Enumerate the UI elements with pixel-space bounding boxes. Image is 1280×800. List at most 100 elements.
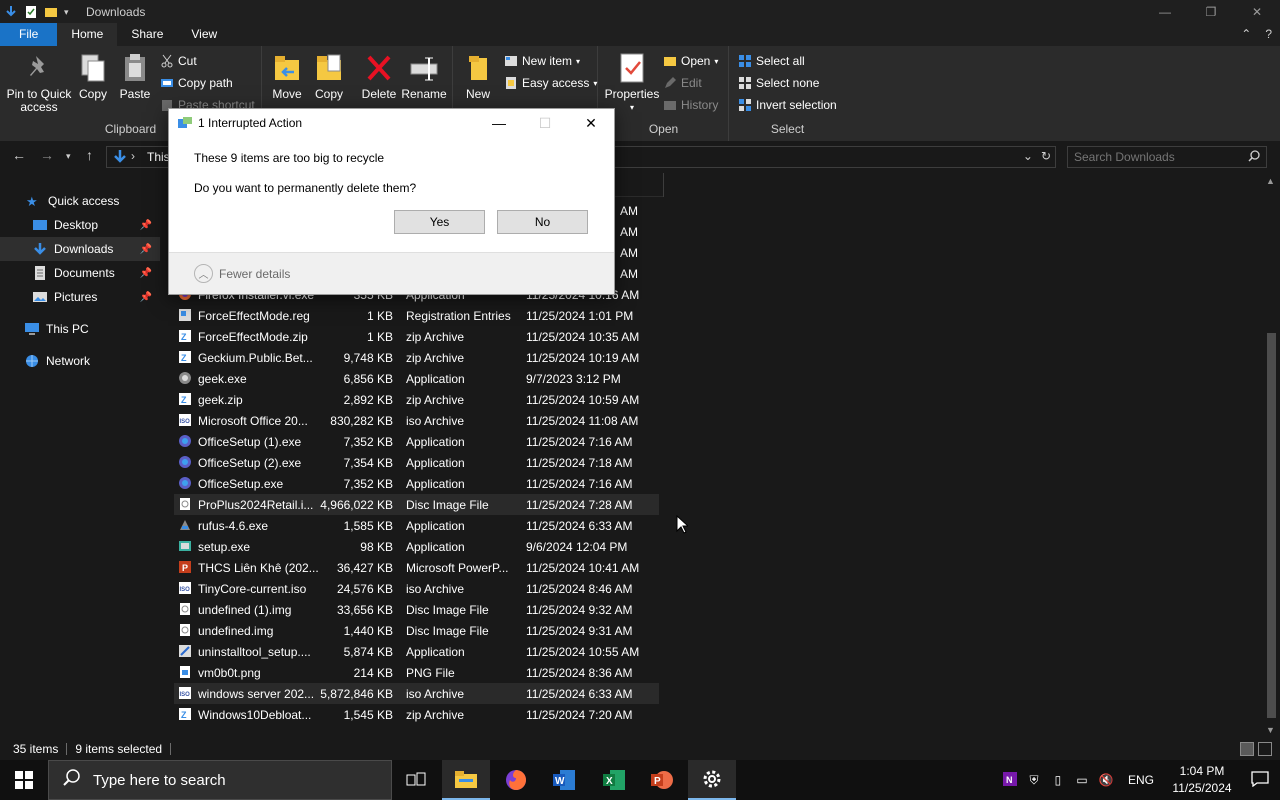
open-button[interactable]: Open ▾ bbox=[663, 52, 718, 70]
firefox-button[interactable] bbox=[492, 760, 540, 800]
new-item-button[interactable]: New item ▾ bbox=[504, 52, 580, 70]
nav-network[interactable]: Network bbox=[0, 349, 160, 373]
table-row[interactable]: ISO Microsoft Office 20... 830,282 KB iso A… bbox=[174, 410, 659, 431]
breadcrumb[interactable]: This bbox=[147, 150, 170, 164]
taskbar-search[interactable]: Type here to search bbox=[48, 760, 392, 800]
volume-muted-icon[interactable]: 🔇 bbox=[1094, 773, 1118, 787]
nav-this-pc[interactable]: This PC bbox=[0, 317, 160, 341]
settings-button[interactable] bbox=[688, 760, 736, 800]
chevron-down-icon[interactable]: ▾ bbox=[64, 5, 78, 19]
table-row[interactable]: OfficeSetup.exe 7,352 KB Application 11/25/… bbox=[174, 473, 659, 494]
word-button[interactable]: W bbox=[540, 760, 588, 800]
start-button[interactable] bbox=[0, 760, 48, 800]
nav-downloads[interactable]: Downloads 📌 bbox=[0, 237, 160, 261]
notification-icon[interactable] bbox=[1240, 770, 1280, 790]
down-arrow-icon[interactable] bbox=[4, 5, 18, 19]
table-row[interactable]: OfficeSetup (2).exe 7,354 KB Application 11… bbox=[174, 452, 659, 473]
table-row[interactable]: Z Geckium.Public.Bet... 9,748 KB zip Archiv… bbox=[174, 347, 659, 368]
yes-button[interactable]: Yes bbox=[394, 210, 485, 234]
tab-share[interactable]: Share bbox=[117, 23, 177, 46]
ribbon-collapse-icon[interactable]: ⌃ bbox=[1241, 27, 1251, 41]
pin-quick-access-button[interactable]: Pin to Quick access bbox=[6, 52, 72, 114]
close-button[interactable]: ✕ bbox=[1234, 0, 1280, 23]
large-icons-view-icon[interactable] bbox=[1258, 742, 1272, 756]
table-row[interactable]: OfficeSetup (1).exe 7,352 KB Application 11… bbox=[174, 431, 659, 452]
excel-button[interactable]: X bbox=[590, 760, 638, 800]
move-to-button[interactable]: Move bbox=[269, 52, 305, 101]
table-row[interactable]: setup.exe 98 KB Application 9/6/2024 12:04 … bbox=[174, 536, 659, 557]
search-box[interactable] bbox=[1067, 146, 1267, 168]
table-row[interactable]: vm0b0t.png 214 KB PNG File 11/25/2024 8:36 … bbox=[174, 662, 659, 683]
table-row[interactable]: Zgeek.zip 2,892 KB zip Archive 11/25/2024 1… bbox=[174, 389, 659, 410]
dialog-close-button[interactable]: ✕ bbox=[568, 109, 614, 137]
usb-device-icon[interactable]: ▯ bbox=[1046, 773, 1070, 787]
properties-icon[interactable] bbox=[24, 5, 38, 19]
copy-path-button[interactable]: Copy path bbox=[160, 74, 233, 92]
powerpoint-button[interactable]: P bbox=[638, 760, 686, 800]
select-all-button[interactable]: Select all bbox=[738, 52, 805, 70]
properties-button[interactable]: Properties ▾ bbox=[603, 52, 661, 114]
no-button[interactable]: No bbox=[497, 210, 588, 234]
language-indicator[interactable]: ENG bbox=[1128, 773, 1154, 787]
file-explorer-button[interactable] bbox=[442, 760, 490, 800]
scrollbar-thumb[interactable] bbox=[1267, 333, 1276, 718]
paste-button[interactable]: Paste bbox=[118, 52, 152, 101]
table-row[interactable]: ISO windows server 202... 5,872,846 KB iso … bbox=[174, 683, 659, 704]
select-none-button[interactable]: Select none bbox=[738, 74, 819, 92]
search-input[interactable] bbox=[1074, 150, 1244, 164]
help-icon[interactable]: ? bbox=[1265, 27, 1272, 41]
copy-button[interactable]: Copy bbox=[76, 52, 110, 101]
scroll-up-icon[interactable]: ▲ bbox=[1266, 176, 1275, 186]
item-count: 35 items bbox=[13, 742, 59, 756]
tab-home[interactable]: Home bbox=[57, 23, 118, 46]
recent-locations-icon[interactable]: ▾ bbox=[66, 151, 71, 162]
history-button[interactable]: History bbox=[663, 96, 718, 114]
cut-button[interactable]: Cut bbox=[160, 52, 197, 70]
restore-button[interactable]: ❐ bbox=[1188, 0, 1234, 23]
rename-button[interactable]: Rename bbox=[401, 52, 447, 101]
table-row[interactable]: Z ForceEffectMode.zip 1 KB zip Archive 11/25… bbox=[174, 326, 659, 347]
nav-quick-access[interactable]: ★ Quick access bbox=[0, 189, 160, 213]
file-date: 11/25/2024 10:19 AM bbox=[526, 351, 640, 365]
nav-documents[interactable]: Documents 📌 bbox=[0, 261, 160, 285]
up-arrow-icon[interactable]: ↑ bbox=[86, 147, 93, 163]
table-row[interactable]: ProPlus2024Retail.i... 4,966,022 KB Disc I… bbox=[174, 494, 659, 515]
easy-access-button[interactable]: Easy access ▾ bbox=[504, 74, 597, 92]
table-row[interactable]: Z Windows10Debloat... 1,545 KB zip Archive 1… bbox=[174, 704, 659, 725]
fewer-details-link[interactable]: Fewer details bbox=[219, 267, 290, 281]
minimize-button[interactable]: — bbox=[1142, 0, 1188, 23]
edit-button[interactable]: Edit bbox=[663, 74, 702, 92]
nav-desktop[interactable]: Desktop 📌 bbox=[0, 213, 160, 237]
table-row[interactable]: uninstalltool_setup.... 5,874 KB Applicati… bbox=[174, 641, 659, 662]
tab-file[interactable]: File bbox=[0, 23, 58, 46]
nav-pictures[interactable]: Pictures 📌 bbox=[0, 285, 160, 309]
address-dropdown-icon[interactable]: ⌄ bbox=[1023, 149, 1033, 163]
delete-button[interactable]: Delete bbox=[359, 52, 399, 101]
new-folder-button[interactable]: New bbox=[460, 52, 496, 101]
new-folder-icon[interactable] bbox=[44, 5, 58, 19]
onenote-icon[interactable]: N bbox=[998, 771, 1022, 790]
back-arrow-icon[interactable]: ← bbox=[12, 147, 26, 163]
table-row[interactable]: undefined (1).img 33,656 KB Disc Image Fil… bbox=[174, 599, 659, 620]
details-view-icon[interactable] bbox=[1240, 742, 1254, 756]
table-row[interactable]: ForceEffectMode.reg 1 KB Registration Entr… bbox=[174, 305, 659, 326]
table-row[interactable]: P THCS Liên Khê (202... 36,427 KB Microsoft… bbox=[174, 557, 659, 578]
defender-shield-icon[interactable]: ⛨ bbox=[1022, 773, 1046, 788]
table-row[interactable]: ISO TinyCore-current.iso 24,576 KB iso Arch… bbox=[174, 578, 659, 599]
invert-selection-button[interactable]: Invert selection bbox=[738, 96, 837, 114]
dialog-minimize-button[interactable]: — bbox=[476, 109, 522, 137]
chevron-up-icon[interactable]: ︿ bbox=[194, 264, 213, 283]
table-row[interactable]: undefined.img 1,440 KB Disc Image File 11/2… bbox=[174, 620, 659, 641]
table-row[interactable]: geek.exe 6,856 KB Application 9/7/2023 3:12… bbox=[174, 368, 659, 389]
open-group: Properties ▾ Open ▾ Edit History Open bbox=[599, 46, 729, 141]
network-status-icon[interactable]: ▭ bbox=[1070, 773, 1094, 787]
table-row[interactable]: rufus-4.6.exe 1,585 KB Application 11/25/20… bbox=[174, 515, 659, 536]
refresh-icon[interactable]: ↻ bbox=[1041, 149, 1051, 163]
forward-arrow-icon[interactable]: → bbox=[40, 147, 54, 163]
copy-to-button[interactable]: Copy bbox=[311, 52, 347, 101]
clock[interactable]: 1:04 PM 11/25/2024 bbox=[1164, 763, 1240, 797]
scroll-down-icon[interactable]: ▼ bbox=[1266, 725, 1275, 735]
task-view-button[interactable] bbox=[392, 760, 440, 800]
tab-view[interactable]: View bbox=[177, 23, 231, 46]
vertical-scrollbar[interactable]: ▲ ▼ bbox=[1263, 173, 1280, 738]
